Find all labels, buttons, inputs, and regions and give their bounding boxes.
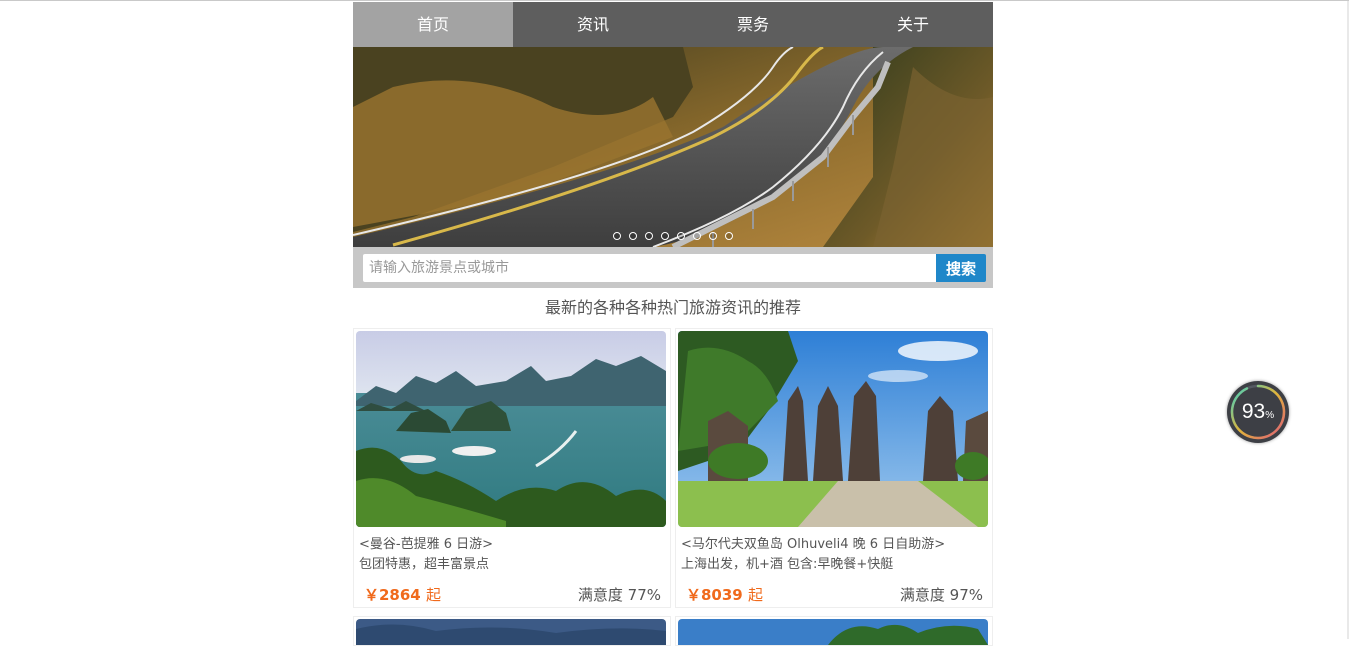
tour-card-image bbox=[356, 331, 666, 527]
nav-tickets[interactable]: 票务 bbox=[673, 2, 833, 47]
section-title: 最新的各种各种热门旅游资讯的推荐 bbox=[544, 298, 801, 317]
carousel-dot[interactable] bbox=[725, 232, 733, 240]
tour-card-image bbox=[678, 331, 988, 527]
tour-card-body: <马尔代夫双鱼岛 Olhuveli4 晚 6 日自助游> 上海出发，机+酒 包含… bbox=[678, 527, 990, 605]
price-value: ￥2864 bbox=[364, 586, 421, 604]
tour-card-grid: <曼谷-芭提雅 6 日游> 包团特惠，超丰富景点 ￥2864 起 满意度 77% bbox=[353, 328, 993, 646]
tour-card[interactable] bbox=[675, 616, 993, 646]
tour-card[interactable]: <曼谷-芭提雅 6 日游> 包团特惠，超丰富景点 ￥2864 起 满意度 77% bbox=[353, 328, 671, 608]
tour-card-body: <曼谷-芭提雅 6 日游> 包团特惠，超丰富景点 ￥2864 起 满意度 77% bbox=[356, 527, 668, 605]
carousel-dot[interactable] bbox=[677, 232, 685, 240]
carousel-dot[interactable] bbox=[629, 232, 637, 240]
nav-about[interactable]: 关于 bbox=[833, 2, 993, 47]
tour-price: ￥2864 起 bbox=[364, 584, 441, 605]
page-container: 首页 资讯 票务 关于 请输入旅游景点或城市 搜索 最新的各种各种热门旅游资讯的… bbox=[353, 2, 993, 646]
nav-news[interactable]: 资讯 bbox=[513, 2, 673, 47]
tour-satisfaction: 满意度 77% bbox=[577, 586, 661, 604]
tour-satisfaction: 满意度 97% bbox=[899, 586, 983, 604]
nav-home[interactable]: 首页 bbox=[353, 2, 513, 47]
carousel-dot[interactable] bbox=[693, 232, 701, 240]
search-bar: 搜索 bbox=[353, 247, 993, 288]
search-button[interactable]: 搜索 bbox=[936, 254, 986, 282]
carousel-dot[interactable] bbox=[661, 232, 669, 240]
tour-footer: ￥8039 起 满意度 97% bbox=[681, 584, 987, 605]
tour-title: <曼谷-芭提雅 6 日游> bbox=[359, 537, 494, 552]
carousel-dot[interactable] bbox=[709, 232, 717, 240]
carousel-dot[interactable] bbox=[613, 232, 621, 240]
gauge-unit: % bbox=[1265, 410, 1275, 421]
price-suffix: 起 bbox=[747, 586, 763, 604]
tour-subtitle: 上海出发，机+酒 包含:早晚餐+快艇 bbox=[681, 557, 894, 572]
search-input[interactable] bbox=[363, 254, 936, 282]
carousel-dots bbox=[353, 232, 993, 240]
price-suffix: 起 bbox=[425, 586, 441, 604]
tour-subtitle: 包团特惠，超丰富景点 bbox=[359, 557, 490, 572]
speed-gauge-widget[interactable]: 93% bbox=[1227, 381, 1289, 443]
tour-card[interactable]: <马尔代夫双鱼岛 Olhuveli4 晚 6 日自助游> 上海出发，机+酒 包含… bbox=[675, 328, 993, 608]
main-nav: 首页 资讯 票务 关于 bbox=[353, 2, 993, 47]
tour-card-image bbox=[356, 619, 666, 645]
tour-card[interactable] bbox=[353, 616, 671, 646]
tour-footer: ￥2864 起 满意度 77% bbox=[359, 584, 665, 605]
banner-image bbox=[353, 47, 993, 247]
gauge-number: 93 bbox=[1241, 400, 1266, 423]
top-border bbox=[0, 0, 1349, 1]
tour-title: <马尔代夫双鱼岛 Olhuveli4 晚 6 日自助游> bbox=[681, 537, 946, 552]
tour-card-image bbox=[678, 619, 988, 645]
price-value: ￥8039 bbox=[686, 586, 743, 604]
gauge-value: 93% bbox=[1227, 381, 1289, 443]
banner-carousel[interactable] bbox=[353, 47, 993, 247]
carousel-dot[interactable] bbox=[645, 232, 653, 240]
tour-price: ￥8039 起 bbox=[686, 584, 763, 605]
